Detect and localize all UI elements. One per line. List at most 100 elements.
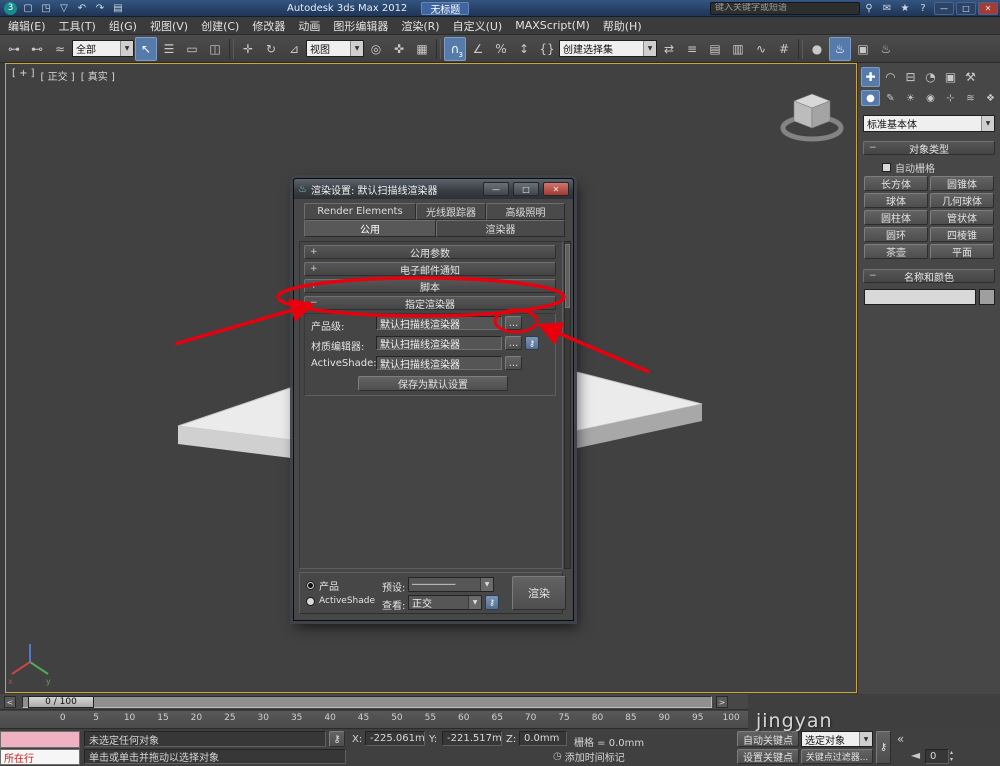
material-editor-browse-button[interactable]: ... (505, 336, 522, 350)
schematic-view-icon[interactable]: # (773, 37, 795, 61)
expand-icon[interactable]: + (310, 247, 318, 257)
use-pivot-center-icon[interactable]: ◎ (365, 37, 387, 61)
menu-item-group[interactable]: 组(G) (109, 18, 137, 34)
name-color-rollout[interactable]: − 名称和颜色 (863, 269, 995, 283)
previous-frame-icon[interactable]: ◄ (908, 747, 923, 763)
email-notifications-rollout[interactable]: + 电子邮件通知 (304, 262, 556, 276)
selection-filter-combo[interactable]: 全部 ▼ (72, 40, 134, 57)
window-maximize-button[interactable]: □ (956, 2, 976, 15)
expand-icon[interactable]: + (310, 281, 318, 291)
menu-item-modifiers[interactable]: 修改器 (252, 18, 285, 34)
select-object-icon[interactable]: ↖ (135, 37, 157, 61)
select-and-scale-icon[interactable]: ⊿ (283, 37, 305, 61)
activeshade-browse-button[interactable]: ... (505, 356, 522, 370)
select-and-rotate-icon[interactable]: ↻ (260, 37, 282, 61)
redo-icon[interactable]: ↷ (91, 1, 109, 16)
create-tab-icon[interactable]: ✚ (861, 67, 880, 87)
x-coord-field[interactable]: -225.061m (365, 731, 425, 746)
lights-category-icon[interactable]: ☀ (901, 90, 920, 106)
macro-recorder-field[interactable] (0, 731, 80, 748)
angle-snap-icon[interactable]: ∠ (467, 37, 489, 61)
preset-combo[interactable]: ───────── ▼ (408, 577, 494, 592)
time-slider-track[interactable] (22, 696, 712, 708)
object-name-input[interactable] (864, 289, 976, 305)
auto-key-button[interactable]: 自动关键点 (737, 731, 799, 747)
menu-item-create[interactable]: 创建(C) (201, 18, 239, 34)
collapse-icon[interactable]: − (310, 298, 318, 308)
cylinder-button[interactable]: 圆柱体 (864, 210, 928, 225)
maxscript-mini-listener[interactable]: 所在行 (0, 749, 80, 765)
reference-coordinate-combo[interactable]: 视图 ▼ (306, 40, 364, 57)
menu-item-animation[interactable]: 动画 (298, 18, 320, 34)
align-icon[interactable]: ≡ (681, 37, 703, 61)
common-parameters-rollout[interactable]: + 公用参数 (304, 245, 556, 259)
production-radio[interactable] (306, 581, 315, 590)
mirror-icon[interactable]: ⇄ (658, 37, 680, 61)
undo-icon[interactable]: ↶ (73, 1, 91, 16)
project-folder-icon[interactable]: ▤ (109, 1, 127, 16)
keyboard-shortcut-override-icon[interactable]: ▦ (411, 37, 433, 61)
selected-key-set-combo[interactable]: 选定对象 ▼ (801, 731, 873, 747)
object-color-swatch[interactable] (979, 289, 995, 305)
material-renderer-lock-icon[interactable]: ⚷ (525, 336, 539, 350)
new-scene-icon[interactable]: ▢ (19, 1, 37, 16)
collapse-icon[interactable]: − (869, 271, 877, 281)
dialog-titlebar[interactable]: ♨ 渲染设置: 默认扫描线渲染器 — □ ✕ (294, 179, 573, 199)
geosphere-button[interactable]: 几何球体 (930, 193, 994, 208)
curve-editor-icon[interactable]: ∿ (750, 37, 772, 61)
selection-region-icon[interactable]: ▭ (181, 37, 203, 61)
viewport-menu-label[interactable]: [ + ] (12, 68, 35, 83)
viewport-pov-label[interactable]: [ 正交 ] (41, 68, 75, 83)
select-and-move-icon[interactable]: ✛ (237, 37, 259, 61)
menu-item-help[interactable]: 帮助(H) (603, 18, 642, 34)
dialog-maximize-button[interactable]: □ (513, 182, 539, 196)
plane-button[interactable]: 平面 (930, 244, 994, 259)
utilities-tab-icon[interactable]: ⚒ (961, 67, 980, 87)
helpers-category-icon[interactable]: ⊹ (941, 90, 960, 106)
tab-render-elements[interactable]: Render Elements (304, 203, 416, 220)
dialog-scrollbar[interactable] (564, 241, 571, 569)
box-button[interactable]: 长方体 (864, 176, 928, 191)
menu-item-maxscript[interactable]: MAXScript(M) (515, 19, 590, 32)
select-and-manipulate-icon[interactable]: ✜ (388, 37, 410, 61)
track-bar-ruler[interactable]: 0 5 10 15 20 25 30 35 40 45 50 55 60 65 … (0, 711, 748, 729)
save-file-icon[interactable]: ▽ (55, 1, 73, 16)
view-lock-icon[interactable]: ⚷ (485, 595, 499, 610)
bind-to-spacewarp-icon[interactable]: ≈ (49, 37, 71, 61)
motion-tab-icon[interactable]: ◔ (921, 67, 940, 87)
favorites-icon[interactable]: ★ (896, 1, 914, 16)
render-setup-icon[interactable]: ♨ (829, 37, 851, 61)
timeline-prev-icon[interactable]: < (4, 696, 16, 708)
systems-category-icon[interactable]: ❖ (981, 90, 1000, 106)
pyramid-button[interactable]: 四棱锥 (930, 227, 994, 242)
render-production-icon[interactable]: ♨ (875, 37, 897, 61)
timeline-next-icon[interactable]: > (716, 696, 728, 708)
tab-renderer[interactable]: 渲染器 (436, 220, 565, 237)
y-coord-field[interactable]: -221.517m (442, 731, 502, 746)
tab-advanced-lighting[interactable]: 高级照明 (486, 203, 565, 220)
dialog-minimize-button[interactable]: — (483, 182, 509, 196)
window-close-button[interactable]: ✕ (978, 2, 998, 15)
window-minimize-button[interactable]: — (934, 2, 954, 15)
z-coord-field[interactable]: 0.0mm (519, 731, 567, 746)
sphere-button[interactable]: 球体 (864, 193, 928, 208)
unlink-selection-icon[interactable]: ⊷ (26, 37, 48, 61)
assign-renderer-rollout[interactable]: − 指定渲染器 (304, 296, 556, 310)
frame-spinner[interactable]: ▴ ▾ (950, 749, 953, 763)
display-tab-icon[interactable]: ▣ (941, 67, 960, 87)
teapot-button[interactable]: 茶壶 (864, 244, 928, 259)
communication-center-icon[interactable]: ✉ (878, 1, 896, 16)
window-crossing-icon[interactable]: ◫ (204, 37, 226, 61)
search-icon[interactable]: ⚲ (860, 1, 878, 16)
infocenter-search-input[interactable] (710, 2, 860, 15)
graphite-ribbon-icon[interactable]: ▥ (727, 37, 749, 61)
cone-button[interactable]: 圆锥体 (930, 176, 994, 191)
scripts-rollout[interactable]: + 脚本 (304, 279, 556, 293)
layer-manager-icon[interactable]: ▤ (704, 37, 726, 61)
tab-raytracer[interactable]: 光线跟踪器 (416, 203, 486, 220)
set-key-mode-icon[interactable]: ⚷ (876, 731, 891, 764)
activeshade-radio[interactable] (306, 597, 315, 606)
selection-lock-icon[interactable]: ⚷ (329, 731, 345, 747)
save-as-defaults-button[interactable]: 保存为默认设置 (358, 376, 508, 391)
primitive-category-combo[interactable]: 标准基本体 ▼ (863, 115, 995, 132)
